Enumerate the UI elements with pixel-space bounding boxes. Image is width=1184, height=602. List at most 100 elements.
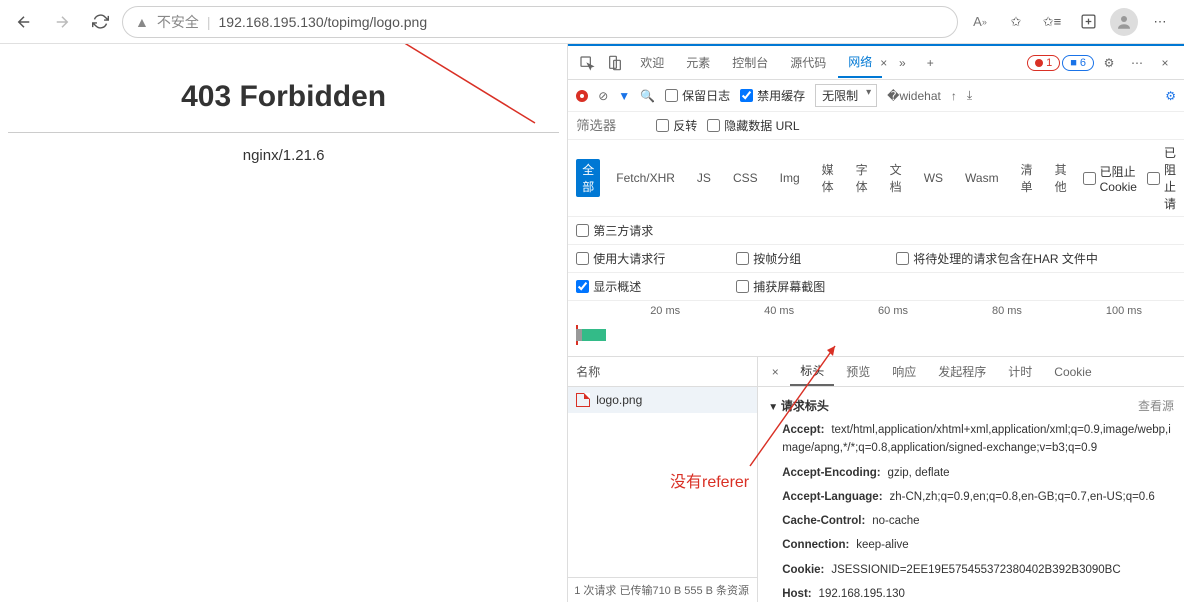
toolbar-settings-icon[interactable]: ⚙ [1165, 89, 1176, 103]
hdr-host: Host: 192.168.195.130 [768, 582, 1174, 602]
hdr-accept-language: Accept-Language: zh-CN,zh;q=0.9,en;q=0.8… [768, 485, 1174, 509]
download-icon[interactable]: ⤓ [967, 88, 972, 103]
third-party-row: 第三方请求 [568, 217, 1184, 245]
settings-icon[interactable]: ⚙ [1096, 50, 1122, 76]
filter-media[interactable]: 媒体 [816, 159, 840, 197]
filter-fetch[interactable]: Fetch/XHR [610, 169, 681, 187]
tab-preview[interactable]: 预览 [836, 358, 880, 385]
tab-sources[interactable]: 源代码 [780, 48, 836, 77]
wifi-icon[interactable]: �widehat [887, 89, 941, 103]
close-detail-button[interactable]: × [762, 359, 788, 385]
tab-elements[interactable]: 元素 [676, 48, 720, 77]
record-button[interactable] [576, 90, 588, 102]
browser-toolbar: ▲ 不安全 | 192.168.195.130/topimg/logo.png … [0, 0, 1184, 44]
tab-response[interactable]: 响应 [882, 358, 926, 385]
large-rows-checkbox[interactable]: 使用大请求行 [576, 250, 726, 267]
screenshots-checkbox[interactable]: 捕获屏幕截图 [736, 278, 825, 295]
inspect-icon[interactable] [574, 50, 600, 76]
url-text: 192.168.195.130/topimg/logo.png [219, 14, 428, 30]
error-badge[interactable]: 1 [1027, 55, 1060, 71]
filter-input[interactable] [576, 118, 646, 133]
device-icon[interactable] [602, 50, 628, 76]
main-area: 403 Forbidden nginx/1.21.6 欢迎 元素 控制台 源代码… [0, 44, 1184, 602]
hdr-accept-encoding: Accept-Encoding: gzip, deflate [768, 461, 1174, 485]
insecure-label: 不安全 [157, 12, 199, 32]
filter-doc[interactable]: 文档 [884, 159, 908, 197]
filter-css[interactable]: CSS [727, 169, 764, 187]
filter-font[interactable]: 字体 [850, 159, 874, 197]
tab-headers[interactable]: 标头 [790, 357, 834, 386]
info-badge[interactable]: ■6 [1062, 55, 1094, 71]
filter-js[interactable]: JS [691, 169, 717, 187]
options-row-1: 使用大请求行 按帧分组 将待处理的请求包含在HAR 文件中 [568, 245, 1184, 273]
tab-close-icon[interactable]: × [880, 56, 887, 70]
filter-ws[interactable]: WS [918, 169, 949, 187]
headers-body: 请求标头 查看源 Accept: text/html,application/x… [758, 387, 1184, 602]
clear-button[interactable]: ⊘ [598, 89, 608, 103]
devtools-panel: 欢迎 元素 控制台 源代码 网络 × » + 1 ■6 ⚙ ⋯ × ⊘ ▼ 🔍 … [568, 44, 1184, 602]
tab-console[interactable]: 控制台 [722, 48, 778, 77]
forward-button[interactable] [46, 6, 78, 38]
hdr-accept: Accept: text/html,application/xhtml+xml,… [768, 418, 1174, 461]
filter-manifest[interactable]: 清单 [1015, 159, 1039, 197]
tab-welcome[interactable]: 欢迎 [630, 48, 674, 77]
tl-60: 60 ms [878, 305, 908, 317]
collections-button[interactable] [1072, 6, 1104, 38]
tab-network[interactable]: 网络 [838, 47, 882, 78]
favorites-bar-button[interactable]: ✩≡ [1036, 6, 1068, 38]
detail-tabs: × 标头 预览 响应 发起程序 计时 Cookie [758, 357, 1184, 387]
tab-initiator[interactable]: 发起程序 [928, 358, 996, 385]
show-overview-checkbox[interactable]: 显示概述 [576, 278, 726, 295]
dock-icon[interactable]: ⋯ [1124, 50, 1150, 76]
filter-img[interactable]: Img [774, 169, 806, 187]
pending-har-checkbox[interactable]: 将待处理的请求包含在HAR 文件中 [896, 250, 1098, 267]
disable-cache-checkbox[interactable]: 禁用缓存 [740, 87, 805, 104]
filter-other[interactable]: 其他 [1049, 159, 1073, 197]
search-button[interactable]: 🔍 [640, 89, 655, 103]
name-column-header[interactable]: 名称 [568, 357, 757, 387]
tl-80: 80 ms [992, 305, 1022, 317]
filter-toggle[interactable]: ▼ [618, 89, 630, 103]
blocked-requests-checkbox[interactable]: 已阻止请 [1147, 144, 1176, 212]
timeline-bar [576, 329, 606, 341]
group-frame-checkbox[interactable]: 按帧分组 [736, 250, 886, 267]
tl-40: 40 ms [764, 305, 794, 317]
tab-cookies[interactable]: Cookie [1044, 360, 1101, 384]
filter-types-row: 全部 Fetch/XHR JS CSS Img 媒体 字体 文档 WS Wasm… [568, 140, 1184, 217]
insecure-icon: ▲ [135, 14, 149, 30]
hdr-cache-control: Cache-Control: no-cache [768, 509, 1174, 533]
request-item[interactable]: logo.png [568, 387, 757, 413]
error-title: 403 Forbidden [0, 80, 567, 114]
annotation-no-referer: 没有referer [670, 468, 749, 492]
network-toolbar: ⊘ ▼ 🔍 保留日志 禁用缓存 无限制 �widehat ↑ ⤓ ⚙ [568, 80, 1184, 112]
view-source-link[interactable]: 查看源 [1138, 397, 1174, 414]
add-tab-button[interactable]: + [917, 50, 943, 76]
throttle-select[interactable]: 无限制 [815, 84, 877, 107]
filter-wasm[interactable]: Wasm [959, 169, 1005, 187]
read-aloud-button[interactable]: A» [964, 6, 996, 38]
profile-button[interactable] [1108, 6, 1140, 38]
preserve-log-checkbox[interactable]: 保留日志 [665, 87, 730, 104]
tl-100: 100 ms [1106, 305, 1142, 317]
filter-all[interactable]: 全部 [576, 159, 600, 197]
more-tabs-button[interactable]: » [889, 50, 915, 76]
invert-checkbox[interactable]: 反转 [656, 117, 697, 134]
tab-timing[interactable]: 计时 [998, 358, 1042, 385]
divider [8, 132, 559, 133]
upload-icon[interactable]: ↑ [951, 89, 957, 103]
blocked-cookies-checkbox[interactable]: 已阻止 Cookie [1083, 163, 1137, 194]
back-button[interactable] [8, 6, 40, 38]
request-headers-section[interactable]: 请求标头 查看源 [768, 393, 1174, 418]
address-bar[interactable]: ▲ 不安全 | 192.168.195.130/topimg/logo.png [122, 6, 958, 38]
network-timeline[interactable]: 20 ms 40 ms 60 ms 80 ms 100 ms [568, 301, 1184, 357]
hide-data-url-checkbox[interactable]: 隐藏数据 URL [707, 117, 799, 134]
browser-actions: A» ✩ ✩≡ ⋯ [964, 6, 1176, 38]
favorite-button[interactable]: ✩ [1000, 6, 1032, 38]
third-party-checkbox[interactable]: 第三方请求 [576, 222, 653, 239]
request-filename: logo.png [596, 393, 642, 407]
reload-button[interactable] [84, 6, 116, 38]
request-summary: 1 次请求 已传输710 B 555 B 条资源 [568, 577, 757, 602]
close-devtools-icon[interactable]: × [1152, 50, 1178, 76]
filter-row: 反转 隐藏数据 URL [568, 112, 1184, 140]
menu-button[interactable]: ⋯ [1144, 6, 1176, 38]
